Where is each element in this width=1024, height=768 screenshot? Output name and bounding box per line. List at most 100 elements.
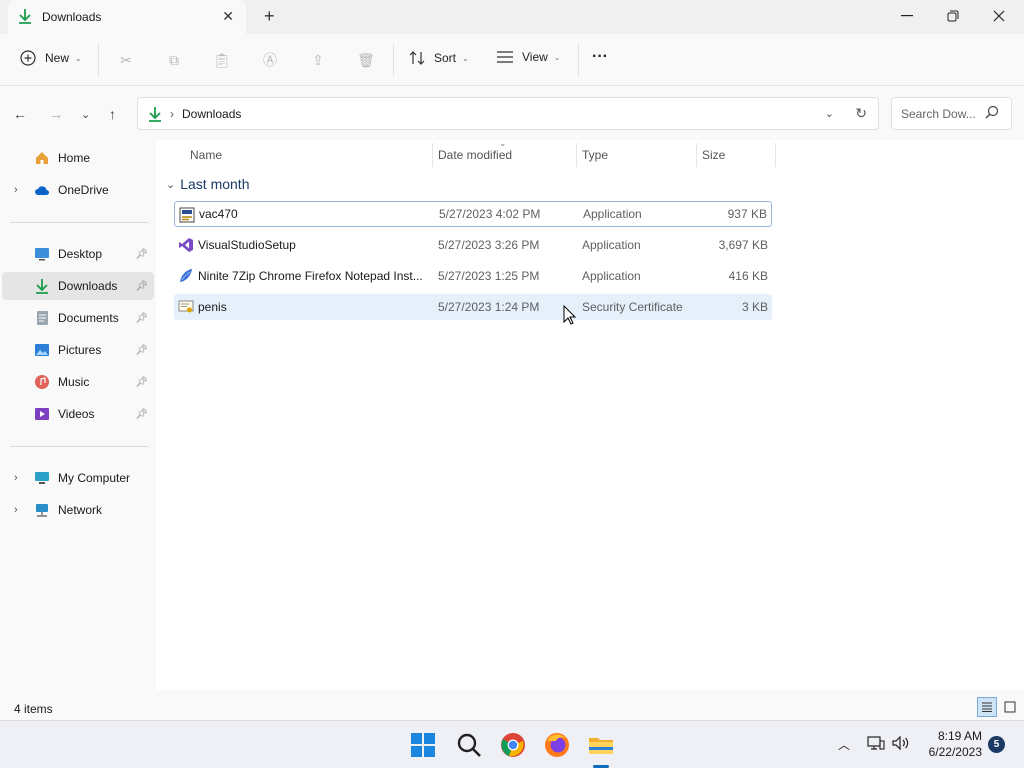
view-button[interactable]: View ⌄ xyxy=(496,50,561,64)
tab-downloads[interactable]: Downloads ✕ xyxy=(8,0,246,34)
pin-icon[interactable]: 📌︎ xyxy=(135,313,148,324)
pin-icon[interactable]: 📌︎ xyxy=(135,249,148,260)
cut-icon[interactable]: ✂ xyxy=(114,48,138,72)
ninite-icon xyxy=(178,268,194,284)
column-divider[interactable] xyxy=(432,143,433,167)
sidebar-item-onedrive[interactable]: › OneDrive xyxy=(2,176,154,204)
desktop-icon xyxy=(34,246,50,262)
new-tab-button[interactable]: + xyxy=(264,6,275,27)
search-icon[interactable] xyxy=(455,731,483,759)
file-type: Application xyxy=(582,269,641,283)
pin-icon[interactable]: 📌︎ xyxy=(135,345,148,356)
recent-locations-chevron-icon[interactable]: ⌄ xyxy=(81,108,90,121)
forward-arrow-icon[interactable]: → xyxy=(49,106,63,122)
sidebar-item-downloads[interactable]: Downloads 📌︎ xyxy=(2,272,154,300)
sidebar-item-my-computer[interactable]: › My Computer xyxy=(2,464,154,492)
show-hidden-icons-chevron-icon[interactable]: ︿ xyxy=(838,736,850,753)
sidebar-item-pictures[interactable]: Pictures 📌︎ xyxy=(2,336,154,364)
command-bar: New ⌄ ✂ ⧉ 📋︎ Ⓐ ⇪ 🗑︎ Sort ⌄ View ⌄ ··· xyxy=(0,34,1024,86)
sidebar-item-label: Music xyxy=(58,375,90,389)
clock-button[interactable]: 8:19 AM 6/22/2023 xyxy=(922,729,982,759)
file-row[interactable]: penis 5/27/2023 1:24 PM Security Certifi… xyxy=(174,294,772,320)
file-size: 937 KB xyxy=(727,207,767,221)
title-bar: Downloads ✕ + xyxy=(0,0,1024,34)
installer-icon xyxy=(179,207,195,223)
new-button[interactable]: New ⌄ xyxy=(20,50,82,66)
sort-icon xyxy=(409,51,425,65)
sidebar-item-network[interactable]: › Network xyxy=(2,496,154,524)
column-divider[interactable] xyxy=(696,143,697,167)
address-dropdown-icon[interactable]: ⌄ xyxy=(825,107,834,120)
music-icon xyxy=(34,374,50,390)
sidebar-item-label: Pictures xyxy=(58,343,102,357)
close-window-button[interactable] xyxy=(976,0,1022,32)
divider xyxy=(393,44,394,76)
file-row[interactable]: Ninite 7Zip Chrome Firefox Notepad Inst.… xyxy=(174,263,772,289)
file-name: penis xyxy=(198,300,227,314)
file-name: Ninite 7Zip Chrome Firefox Notepad Inst.… xyxy=(198,269,423,283)
divider xyxy=(10,446,148,447)
search-input[interactable]: Search Dow... xyxy=(891,97,1012,130)
breadcrumb-downloads[interactable]: Downloads xyxy=(182,107,241,121)
details-view-button[interactable] xyxy=(977,697,997,717)
volume-icon[interactable] xyxy=(891,735,911,754)
column-header-size[interactable]: Size xyxy=(702,148,725,162)
restore-button[interactable] xyxy=(930,0,976,32)
cloud-icon xyxy=(34,182,50,198)
sidebar-item-label: Home xyxy=(58,151,91,165)
home-icon xyxy=(34,150,50,166)
view-icon xyxy=(497,51,513,63)
up-arrow-icon[interactable]: ↑ xyxy=(109,106,116,122)
copy-icon[interactable]: ⧉ xyxy=(162,48,186,72)
picture-icon xyxy=(34,342,50,358)
start-icon[interactable] xyxy=(410,732,438,760)
collapse-chevron-icon: ⌄ xyxy=(166,178,176,191)
sort-indicator-icon: ⌄ xyxy=(499,138,507,148)
column-header-date[interactable]: Date modified xyxy=(438,148,512,162)
pin-icon[interactable]: 📌︎ xyxy=(135,377,148,388)
share-icon[interactable]: ⇪ xyxy=(306,48,330,72)
more-options-button[interactable]: ··· xyxy=(592,48,608,66)
address-bar[interactable]: › Downloads ⌄ ↻ xyxy=(137,97,879,130)
new-label: New xyxy=(45,51,70,65)
group-header-last-month[interactable]: ⌄ Last month xyxy=(166,176,249,192)
column-header-type[interactable]: Type xyxy=(582,148,608,162)
tiles-view-button[interactable] xyxy=(1001,698,1019,716)
column-header-name[interactable]: Name xyxy=(190,148,222,162)
video-icon xyxy=(34,406,50,422)
sidebar-item-desktop[interactable]: Desktop 📌︎ xyxy=(2,240,154,268)
column-divider[interactable] xyxy=(576,143,577,167)
back-arrow-icon[interactable]: ← xyxy=(13,106,27,122)
close-tab-icon[interactable]: ✕ xyxy=(222,8,234,25)
file-explorer-icon[interactable] xyxy=(587,731,615,759)
file-size: 416 KB xyxy=(728,269,768,283)
sidebar-item-label: Network xyxy=(58,503,103,517)
expand-chevron-icon[interactable]: › xyxy=(14,184,18,196)
network-status-icon[interactable] xyxy=(867,735,885,754)
pin-icon[interactable]: 📌︎ xyxy=(135,281,148,292)
rename-icon[interactable]: Ⓐ xyxy=(258,48,282,72)
download-icon xyxy=(18,8,32,27)
sidebar-item-music[interactable]: Music 📌︎ xyxy=(2,368,154,396)
notification-badge[interactable]: 5 xyxy=(988,736,1005,753)
file-row[interactable]: vac470 5/27/2023 4:02 PM Application 937… xyxy=(174,201,772,227)
sort-button[interactable]: Sort ⌄ xyxy=(408,50,469,66)
file-date: 5/27/2023 4:02 PM xyxy=(439,207,541,221)
divider xyxy=(98,44,99,76)
refresh-icon[interactable]: ↻ xyxy=(855,105,867,122)
file-row[interactable]: VisualStudioSetup 5/27/2023 3:26 PM Appl… xyxy=(174,232,772,258)
column-divider[interactable] xyxy=(775,143,776,167)
visual-studio-icon xyxy=(178,237,194,253)
expand-chevron-icon[interactable]: › xyxy=(14,472,18,484)
sidebar-item-documents[interactable]: Documents 📌︎ xyxy=(2,304,154,332)
firefox-icon[interactable] xyxy=(543,731,571,759)
expand-chevron-icon[interactable]: › xyxy=(14,504,18,516)
paste-icon[interactable]: 📋︎ xyxy=(210,48,234,72)
delete-icon[interactable]: 🗑︎ xyxy=(354,48,378,72)
pin-icon[interactable]: 📌︎ xyxy=(135,409,148,420)
chrome-icon[interactable] xyxy=(499,731,527,759)
details-view-icon xyxy=(982,702,992,712)
sidebar-item-home[interactable]: Home xyxy=(2,144,154,172)
sidebar-item-videos[interactable]: Videos 📌︎ xyxy=(2,400,154,428)
minimize-button[interactable] xyxy=(884,0,930,32)
